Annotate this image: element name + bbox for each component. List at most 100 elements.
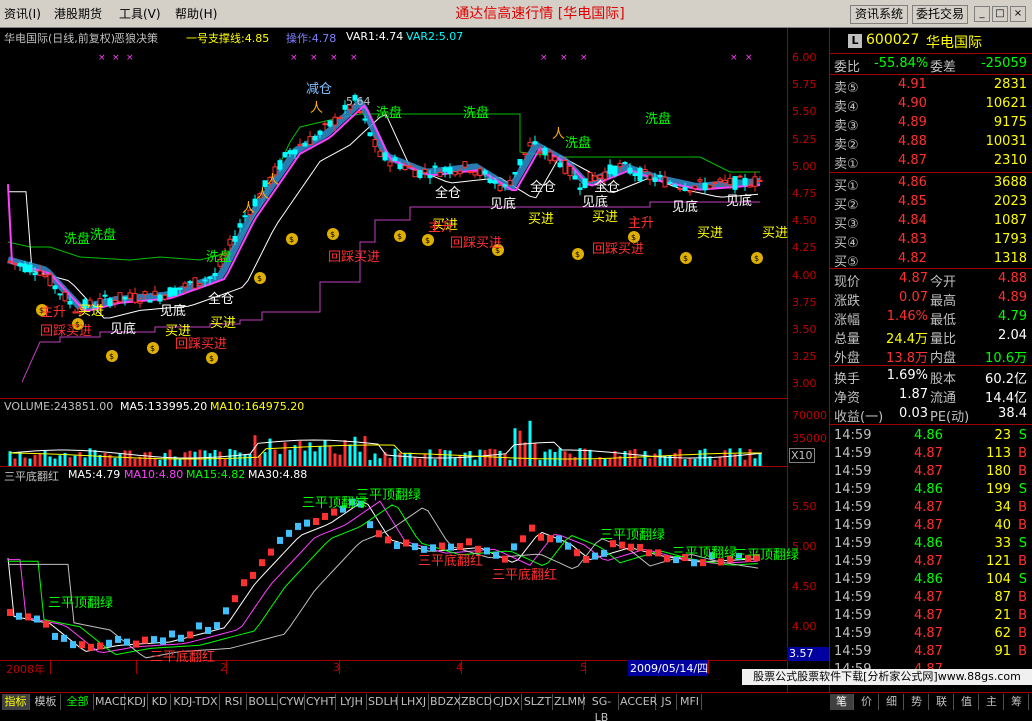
candle-body — [607, 164, 613, 174]
trade-button[interactable]: 委托交易 — [912, 5, 968, 24]
candlestick-chart[interactable]: × × × × × × × × × × × ×$$$$$$$$ $ $$ $$$ $人人人人人 — [0, 42, 787, 398]
stat-value: 4.87 — [899, 271, 928, 286]
bid-row[interactable]: 买⑤ 4.82 1318 — [830, 251, 1032, 270]
quote-tab-6[interactable]: 主 — [980, 694, 1004, 710]
tab-cyht[interactable]: CYHT — [306, 694, 336, 710]
bid-row[interactable]: 买① 4.86 3688 — [830, 175, 1032, 194]
menu-info[interactable]: 资讯(I) — [4, 0, 41, 28]
tab-全部[interactable]: 全部 — [62, 694, 94, 710]
tab-sdlh[interactable]: SDLH — [368, 694, 398, 710]
volume-chart[interactable] — [0, 412, 787, 466]
volume-bar — [73, 455, 77, 466]
candle-body — [627, 167, 633, 174]
candle-body — [622, 162, 628, 165]
tab-mfi[interactable]: MFI — [678, 694, 702, 710]
tab-boll[interactable]: BOLL — [248, 694, 278, 710]
tab-lhxj[interactable]: LHXJ — [399, 694, 429, 710]
volume-bar — [478, 449, 482, 466]
volume-bar — [33, 454, 37, 466]
quote-tab-0[interactable]: 笔 — [830, 694, 854, 710]
quote-tab-3[interactable]: 势 — [905, 694, 929, 710]
tab-slzt[interactable]: SLZT — [523, 694, 553, 710]
candle-body — [687, 190, 693, 193]
ask-row[interactable]: 卖④ 4.90 10621 — [830, 96, 1032, 115]
menu-tools[interactable]: 工具(V) — [119, 0, 161, 28]
volume-bar — [368, 459, 372, 466]
candle-body — [677, 188, 683, 191]
candle-body — [387, 161, 393, 167]
signal-annotation: 洗盘 — [565, 136, 592, 151]
ask-row[interactable]: 卖⑤ 4.91 2831 — [830, 77, 1032, 96]
chart-area[interactable]: 华电国际(日线,前复权) 恶狼决策 一号支撑线:4.85 操作:4.78 VAR… — [0, 28, 829, 692]
tab-macd[interactable]: MACD — [95, 694, 128, 710]
tick-time: 14:59 — [834, 482, 872, 497]
indicator-block — [493, 551, 499, 559]
quote-tab-4[interactable]: 联 — [930, 694, 954, 710]
bid-row[interactable]: 买④ 4.83 1793 — [830, 232, 1032, 251]
candle-body — [212, 272, 218, 277]
indicator-block — [394, 542, 400, 550]
menu-help[interactable]: 帮助(H) — [175, 0, 217, 28]
bid-row[interactable]: 买③ 4.84 1087 — [830, 213, 1032, 232]
maximize-icon[interactable]: □ — [992, 6, 1008, 22]
tick-row[interactable]: 14:59 4.87 180 B — [830, 464, 1032, 482]
tick-row[interactable]: 14:59 4.87 40 B — [830, 518, 1032, 536]
promo-banner[interactable]: 股票公式股票软件下载[分析家公式网]www.88gs.com — [742, 669, 1032, 685]
money-bag-icon: $ — [206, 352, 218, 364]
tab-lyjh[interactable]: LYJH — [337, 694, 367, 710]
info-system-button[interactable]: 资讯系统 — [850, 5, 908, 24]
tab-模板[interactable]: 模板 — [31, 694, 61, 710]
tab-sg-lb[interactable]: SG-LB — [585, 694, 619, 721]
divider — [830, 74, 1032, 75]
indicator-block — [16, 612, 22, 620]
tab-cjdx[interactable]: CJDX — [492, 694, 522, 710]
x-tick — [136, 660, 137, 674]
tab-zbcd[interactable]: ZBCD — [461, 694, 492, 710]
quote-tab-2[interactable]: 细 — [880, 694, 904, 710]
indicator-block — [43, 620, 49, 628]
indicator-block — [457, 543, 463, 551]
candle-body — [457, 170, 463, 175]
bid-row[interactable]: 买② 4.85 2023 — [830, 194, 1032, 213]
stock-terminal-window: 资讯(I) 港股期货 工具(V) 帮助(H) 通达信高速行情 [华电国际] 资讯… — [0, 0, 1032, 721]
close-icon[interactable]: × — [1010, 6, 1026, 22]
tab-accer[interactable]: ACCER — [620, 694, 657, 710]
tick-row[interactable]: 14:59 4.87 113 B — [830, 446, 1032, 464]
tick-row[interactable]: 14:59 4.86 33 S — [830, 536, 1032, 554]
tab-zlmm[interactable]: ZLMM — [554, 694, 587, 710]
tick-row[interactable]: 14:59 4.87 87 B — [830, 590, 1032, 608]
tick-row[interactable]: 14:59 4.86 23 S — [830, 428, 1032, 446]
tick-row[interactable]: 14:59 4.87 21 B — [830, 608, 1032, 626]
ask-row[interactable]: 卖③ 4.89 9175 — [830, 115, 1032, 134]
tick-row[interactable]: 14:59 4.86 104 S — [830, 572, 1032, 590]
tick-row[interactable]: 14:59 4.87 121 B — [830, 554, 1032, 572]
tab-bdzx[interactable]: BDZX — [430, 694, 461, 710]
tick-row[interactable]: 14:59 4.87 34 B — [830, 500, 1032, 518]
tab-指标[interactable]: 指标 — [2, 694, 30, 710]
tick-volume: 33 — [994, 536, 1011, 551]
candle-body — [712, 181, 718, 184]
tick-row[interactable]: 14:59 4.87 91 B — [830, 644, 1032, 662]
tab-rsi[interactable]: RSI — [221, 694, 247, 710]
ask-row[interactable]: 卖② 4.88 10031 — [830, 134, 1032, 153]
indicator-block — [241, 579, 247, 587]
tab-kdj[interactable]: KDJ — [126, 694, 148, 710]
tick-price: 4.87 — [914, 518, 943, 533]
money-bag-icon: $ — [257, 274, 262, 283]
tab-cyw[interactable]: CYW — [279, 694, 305, 710]
x-tick — [708, 660, 709, 674]
quote-tab-1[interactable]: 价 — [855, 694, 879, 710]
tab-js[interactable]: JS — [657, 694, 677, 710]
tab-kdj-tdx[interactable]: KDJ-TDX — [172, 694, 220, 710]
candle-body — [207, 276, 213, 279]
quote-tab-7[interactable]: 筹 — [1005, 694, 1029, 710]
ask-row[interactable]: 卖① 4.87 2310 — [830, 153, 1032, 172]
tab-kd[interactable]: KD — [149, 694, 171, 710]
menu-hk-futures[interactable]: 港股期货 — [54, 0, 102, 28]
candle-body — [52, 285, 58, 290]
tick-row[interactable]: 14:59 4.87 62 B — [830, 626, 1032, 644]
tick-row[interactable]: 14:59 4.86 199 S — [830, 482, 1032, 500]
minimize-icon[interactable]: _ — [974, 6, 990, 22]
indicator2-chart[interactable] — [0, 480, 787, 660]
quote-tab-5[interactable]: 值 — [955, 694, 979, 710]
